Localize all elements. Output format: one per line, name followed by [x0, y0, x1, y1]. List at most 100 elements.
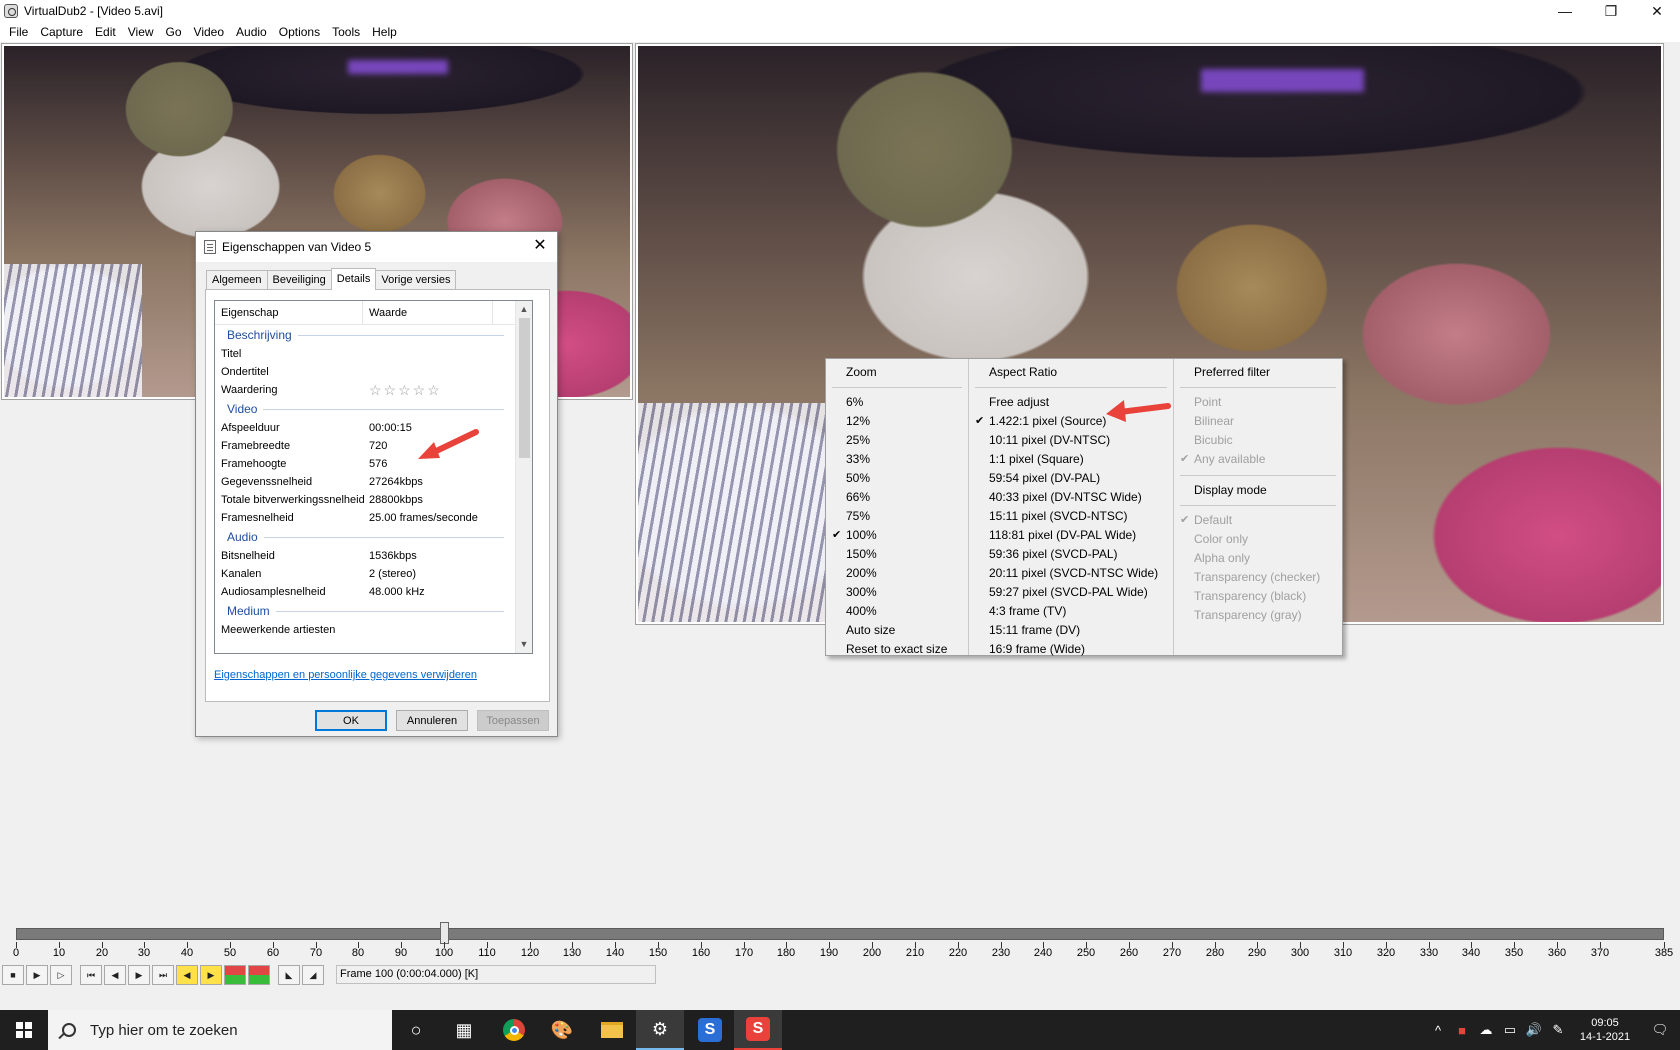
taskbar-search[interactable]: Typ hier om te zoeken [48, 1010, 392, 1050]
list-item[interactable]: Kanalen 2 (stereo) [215, 565, 516, 583]
rating-stars[interactable]: ☆☆☆☆☆ [363, 382, 442, 399]
chrome-icon[interactable] [490, 1010, 538, 1050]
zoom-item[interactable]: 66% [826, 488, 968, 507]
list-item[interactable]: Audiosamplesnelheid 48.000 kHz [215, 583, 516, 601]
menu-help[interactable]: Help [366, 22, 403, 42]
vertical-scrollbar[interactable]: ▲ ▼ [515, 301, 532, 653]
mark-in-icon[interactable]: ◣ [278, 965, 300, 985]
zoom-item[interactable]: 25% [826, 431, 968, 450]
start-button[interactable] [0, 1010, 48, 1050]
pen-icon[interactable]: ✎ [1546, 1022, 1570, 1038]
zoom-item[interactable]: 75% [826, 507, 968, 526]
zoom-item[interactable]: 300% [826, 583, 968, 602]
apply-button[interactable]: Toepassen [477, 710, 549, 731]
tab-algemeen[interactable]: Algemeen [206, 270, 268, 290]
zoom-item[interactable]: 6% [826, 393, 968, 412]
scroll-down-icon[interactable]: ▼ [516, 636, 532, 653]
zoom-item[interactable]: ✔ 100% [826, 526, 968, 545]
restore-button[interactable]: ❐ [1588, 0, 1634, 22]
scroll-up-icon[interactable]: ▲ [516, 301, 532, 318]
filter-item[interactable]: Point [1174, 393, 1342, 412]
menu-video[interactable]: Video [188, 22, 230, 42]
aspect-ratio-item[interactable]: 10:11 pixel (DV-NTSC) [969, 431, 1173, 450]
menu-capture[interactable]: Capture [34, 22, 89, 42]
display-mode-item[interactable]: Color only [1174, 530, 1342, 549]
list-item[interactable]: Ondertitel [215, 363, 516, 381]
menu-options[interactable]: Options [273, 22, 326, 42]
minimize-button[interactable]: — [1542, 0, 1588, 22]
notifications-icon[interactable]: 🗨 [1640, 1022, 1680, 1038]
stop-icon[interactable]: ■ [2, 965, 24, 985]
aspect-ratio-item[interactable]: 40:33 pixel (DV-NTSC Wide) [969, 488, 1173, 507]
volume-icon[interactable]: 🔊 [1522, 1022, 1546, 1038]
menu-edit[interactable]: Edit [89, 22, 122, 42]
aspect-ratio-item[interactable]: 15:11 frame (DV) [969, 621, 1173, 640]
mark-out-icon[interactable]: ◢ [302, 965, 324, 985]
list-item[interactable]: Totale bitverwerkingssnelheid 28800kbps [215, 491, 516, 509]
zoom-item[interactable]: 400% [826, 602, 968, 621]
position-slider-thumb[interactable] [440, 922, 449, 944]
paint-app-icon[interactable]: 🎨 [538, 1010, 586, 1050]
previous-keyframe-icon[interactable]: ◀ [176, 965, 198, 985]
filter-item[interactable]: Bilinear [1174, 412, 1342, 431]
snagit-capture-icon[interactable]: S [686, 1010, 734, 1050]
display-mode-item[interactable]: Transparency (checker) [1174, 568, 1342, 587]
filter-item[interactable]: Bicubic [1174, 431, 1342, 450]
aspect-ratio-item[interactable]: 1:1 pixel (Square) [969, 450, 1173, 469]
zoom-item[interactable]: Reset to exact size [826, 640, 968, 659]
list-item[interactable]: Waardering ☆☆☆☆☆ [215, 381, 516, 399]
play-input-icon[interactable]: ▶ [26, 965, 48, 985]
virtualdub-taskbar-icon[interactable]: ⚙ [636, 1010, 684, 1050]
cancel-button[interactable]: Annuleren [396, 710, 468, 731]
zoom-item[interactable]: 150% [826, 545, 968, 564]
zoom-item[interactable]: 33% [826, 450, 968, 469]
next-keyframe-icon[interactable]: ▶ [200, 965, 222, 985]
close-button[interactable]: ✕ [1634, 0, 1680, 22]
clock[interactable]: 09:05 14-1-2021 [1570, 1016, 1640, 1044]
zoom-item[interactable]: Auto size [826, 621, 968, 640]
list-item[interactable]: Framesnelheid 25.00 frames/seconde [215, 509, 516, 527]
zoom-item[interactable]: 50% [826, 469, 968, 488]
aspect-ratio-item[interactable]: 118:81 pixel (DV-PAL Wide) [969, 526, 1173, 545]
menu-audio[interactable]: Audio [230, 22, 273, 42]
aspect-ratio-item[interactable]: 15:11 pixel (SVCD-NTSC) [969, 507, 1173, 526]
filter-item[interactable]: ✔ Any available [1174, 450, 1342, 469]
step-backward-icon[interactable]: ◀ [104, 965, 126, 985]
list-item[interactable]: Gegevenssnelheid 27264kbps [215, 473, 516, 491]
scene-forward-icon[interactable] [248, 965, 270, 985]
task-view-icon[interactable]: ▦ [440, 1010, 488, 1050]
step-forward-icon[interactable]: ▶ [128, 965, 150, 985]
onedrive-icon[interactable]: ☁ [1474, 1022, 1498, 1038]
go-to-end-icon[interactable]: ⏭ [152, 965, 174, 985]
display-mode-item[interactable]: ✔ Default [1174, 511, 1342, 530]
network-icon[interactable]: ▭ [1498, 1022, 1522, 1038]
file-explorer-icon[interactable] [588, 1010, 636, 1050]
tab-details[interactable]: Details [330, 268, 377, 290]
column-header-waarde[interactable]: Waarde [363, 301, 493, 324]
aspect-ratio-item[interactable]: 59:27 pixel (SVCD-PAL Wide) [969, 583, 1173, 602]
menu-tools[interactable]: Tools [326, 22, 366, 42]
list-item[interactable]: Titel [215, 345, 516, 363]
remove-properties-link[interactable]: Eigenschappen en persoonlijke gegevens v… [214, 669, 477, 681]
display-mode-item[interactable]: Alpha only [1174, 549, 1342, 568]
menu-file[interactable]: File [3, 22, 34, 42]
show-hidden-icons-icon[interactable]: ^ [1426, 1023, 1450, 1038]
properties-list[interactable]: Eigenschap Waarde Beschrijving Titel Ond… [214, 300, 533, 654]
scroll-thumb[interactable] [519, 318, 530, 458]
zoom-item[interactable]: 200% [826, 564, 968, 583]
snagit-tray-icon[interactable]: ■ [1450, 1023, 1474, 1038]
aspect-ratio-item[interactable]: 4:3 frame (TV) [969, 602, 1173, 621]
dialog-close-button[interactable]: ✕ [531, 238, 549, 254]
ok-button[interactable]: OK [315, 710, 387, 731]
display-mode-item[interactable]: Transparency (gray) [1174, 606, 1342, 625]
aspect-ratio-item[interactable]: 16:9 frame (Wide) [969, 640, 1173, 659]
scene-back-icon[interactable] [224, 965, 246, 985]
play-output-icon[interactable]: ▷ [50, 965, 72, 985]
zoom-item[interactable]: 12% [826, 412, 968, 431]
tab-vorige-versies[interactable]: Vorige versies [375, 270, 457, 290]
aspect-ratio-item[interactable]: 20:11 pixel (SVCD-NTSC Wide) [969, 564, 1173, 583]
cortana-icon[interactable]: ○ [392, 1010, 440, 1050]
aspect-ratio-item[interactable]: 59:36 pixel (SVCD-PAL) [969, 545, 1173, 564]
aspect-ratio-item[interactable]: 59:54 pixel (DV-PAL) [969, 469, 1173, 488]
display-mode-item[interactable]: Transparency (black) [1174, 587, 1342, 606]
